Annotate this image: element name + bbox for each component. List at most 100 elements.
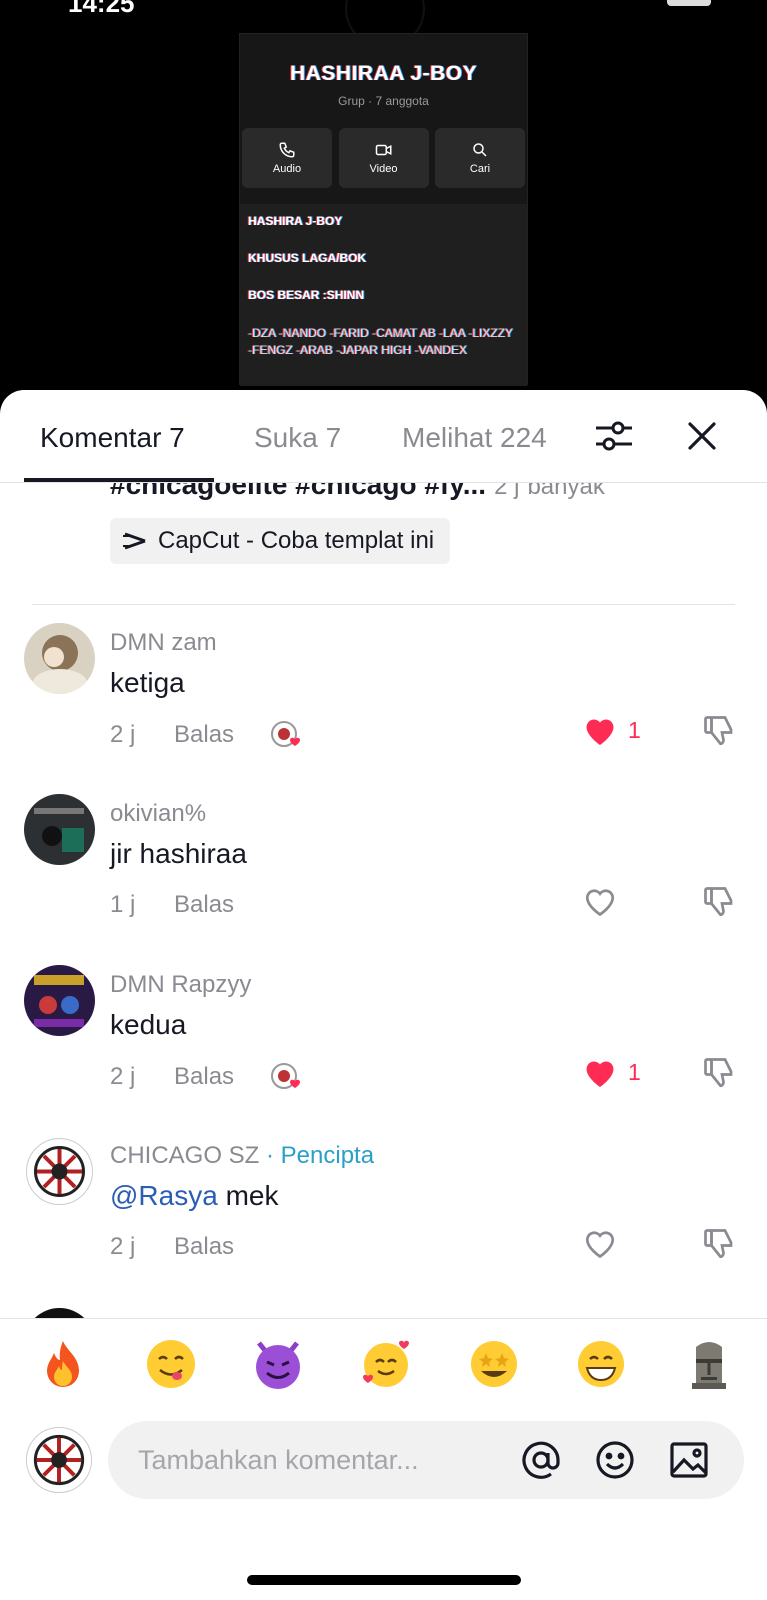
input-row — [24, 1421, 744, 1499]
comment-item: DMN zam ketiga 2 j Balas 1 — [0, 623, 767, 795]
reply-button[interactable]: Balas — [174, 721, 270, 749]
group-title: HASHIRAA J-BOY — [289, 62, 478, 85]
caption-time: 2 j — [494, 483, 520, 500]
my-avatar — [24, 1425, 94, 1495]
capcut-icon — [123, 532, 146, 550]
comment-sheet: Komentar 7 Suka 7 Melihat 224 #chicagoel… — [0, 390, 767, 1600]
avatar[interactable] — [24, 794, 95, 865]
heart-outline-icon — [585, 889, 615, 917]
comment-username[interactable]: DMN zam — [110, 629, 217, 657]
heart-filled-icon — [586, 1061, 614, 1087]
dislike-icon[interactable] — [701, 1055, 737, 1091]
comment-username[interactable]: okivian% — [110, 800, 206, 828]
comment-text: kedua — [110, 1009, 187, 1040]
filter-sliders-icon[interactable] — [594, 416, 634, 456]
emoji-yum[interactable] — [144, 1337, 198, 1391]
group-subtitle: Grup · 7 anggota — [338, 94, 429, 108]
mention-icon[interactable] — [520, 1439, 562, 1481]
comment-text: ketiga — [110, 667, 185, 698]
heart-filled-icon — [586, 719, 614, 745]
caption-more[interactable]: banyak — [527, 483, 604, 500]
emoji-fire[interactable] — [36, 1337, 90, 1391]
description-line: KHUSUS LAGA/BOK — [248, 251, 367, 265]
comment-text: @Rasya mek — [110, 1180, 278, 1212]
like-count: 1 — [628, 716, 641, 743]
dislike-icon[interactable] — [701, 884, 737, 920]
comment-item: DMN Rapzyy kedua 2 j Balas 1 — [0, 965, 767, 1137]
avatar[interactable] — [24, 623, 95, 694]
comment-list[interactable]: #chicagoelite #chicago #fy... 2 j banyak C… — [0, 483, 767, 1338]
capcut-label: CapCut - Coba templat ini — [158, 527, 435, 554]
comment-username[interactable]: DMN Rapzyy — [110, 971, 251, 999]
video-preview[interactable]: 14:25 HASHIRAA J-BOY Grup · 7 anggota Au… — [0, 0, 767, 400]
avatar[interactable] — [24, 1136, 95, 1207]
like-button[interactable]: 1 — [582, 713, 641, 747]
group-action-row: Audio Video Cari — [240, 128, 527, 188]
home-indicator — [247, 1575, 521, 1585]
comment-input[interactable] — [138, 1421, 498, 1499]
image-attach-icon[interactable] — [668, 1439, 710, 1481]
comment-time: 2 j — [110, 1233, 136, 1260]
comment-meta: 2 j Balas — [110, 1062, 304, 1092]
comment-username[interactable]: CHICAGO SZ · Pencipta — [110, 1142, 374, 1170]
audio-button: Audio — [242, 128, 332, 188]
dislike-icon[interactable] — [701, 713, 737, 749]
caption-text: #chicagoelite #chicago #fy... — [110, 483, 487, 500]
active-tab-indicator — [24, 478, 214, 482]
video-label: Video — [369, 163, 398, 175]
audio-label: Audio — [272, 163, 302, 175]
caption-divider — [32, 604, 735, 605]
description-line: HASHIRA J-BOY — [248, 214, 343, 228]
emoji-picker-icon[interactable] — [594, 1439, 636, 1481]
reply-button[interactable]: Balas — [174, 1063, 270, 1091]
comment-input-box — [108, 1421, 744, 1499]
comment-meta: 1 j Balas — [110, 891, 270, 919]
tab-comments[interactable]: Komentar 7 — [40, 422, 185, 454]
like-count: 1 — [628, 1058, 641, 1085]
comment-time: 2 j — [110, 1063, 136, 1090]
emoji-smiling-hearts[interactable] — [359, 1337, 413, 1391]
comment-composer — [0, 1318, 767, 1600]
tab-likes[interactable]: Suka 7 — [254, 422, 341, 454]
battery-icon — [667, 0, 711, 6]
tab-fade — [545, 410, 585, 470]
video-icon — [375, 144, 391, 156]
status-time: 14:25 — [68, 0, 135, 18]
mention-link[interactable]: @Rasya — [110, 1180, 218, 1211]
tab-bar: Komentar 7 Suka 7 Melihat 224 — [0, 390, 767, 483]
comment-body: mek — [217, 1180, 279, 1211]
reply-button[interactable]: Balas — [174, 1233, 270, 1261]
creator-liked-icon — [271, 1063, 300, 1089]
group-info-card: HASHIRAA J-BOY Grup · 7 anggota Audio Vi… — [239, 33, 528, 386]
member-list: -DZA -NANDO -FARID -CAMAT AB -LAA -LIXZZ… — [248, 326, 513, 357]
creator-tag: · Pencipta — [259, 1142, 375, 1169]
search-label: Cari — [469, 163, 491, 175]
reply-button[interactable]: Balas — [174, 891, 270, 919]
comment-time: 2 j — [110, 721, 136, 748]
like-button[interactable] — [582, 884, 628, 918]
emoji-moai[interactable] — [682, 1337, 736, 1391]
capcut-template-chip[interactable]: CapCut - Coba templat ini — [110, 518, 451, 564]
like-button[interactable]: 1 — [582, 1055, 641, 1089]
comment-meta: 2 j Balas — [110, 1233, 270, 1261]
comment-text: jir hashiraa — [110, 838, 247, 869]
tab-views[interactable]: Melihat 224 — [402, 422, 547, 454]
dislike-icon[interactable] — [701, 1226, 737, 1262]
heart-outline-icon — [585, 1231, 615, 1259]
creator-liked-icon — [271, 721, 300, 747]
emoji-star-struck[interactable] — [467, 1337, 521, 1391]
caption-hashtags: #chicagoelite #chicago #fy... 2 j banyak — [110, 483, 605, 501]
comment-meta: 2 j Balas — [110, 720, 304, 750]
close-icon[interactable] — [682, 416, 722, 456]
username-text: CHICAGO SZ — [110, 1142, 260, 1169]
emoji-grin[interactable] — [574, 1337, 628, 1391]
like-button[interactable] — [582, 1226, 628, 1260]
video-button: Video — [338, 128, 429, 188]
emoji-devil[interactable] — [251, 1337, 305, 1391]
avatar[interactable] — [24, 965, 95, 1036]
group-description: HASHIRA J-BOY KHUSUS LAGA/BOK BOS BESAR … — [240, 204, 527, 386]
comment-time: 1 j — [110, 891, 136, 918]
search-button: Cari — [435, 128, 525, 188]
comment-item: CHICAGO SZ · Pencipta @Rasya mek 2 j Bal… — [0, 1136, 767, 1308]
comment-item: okivian% jir hashiraa 1 j Balas — [0, 794, 767, 966]
